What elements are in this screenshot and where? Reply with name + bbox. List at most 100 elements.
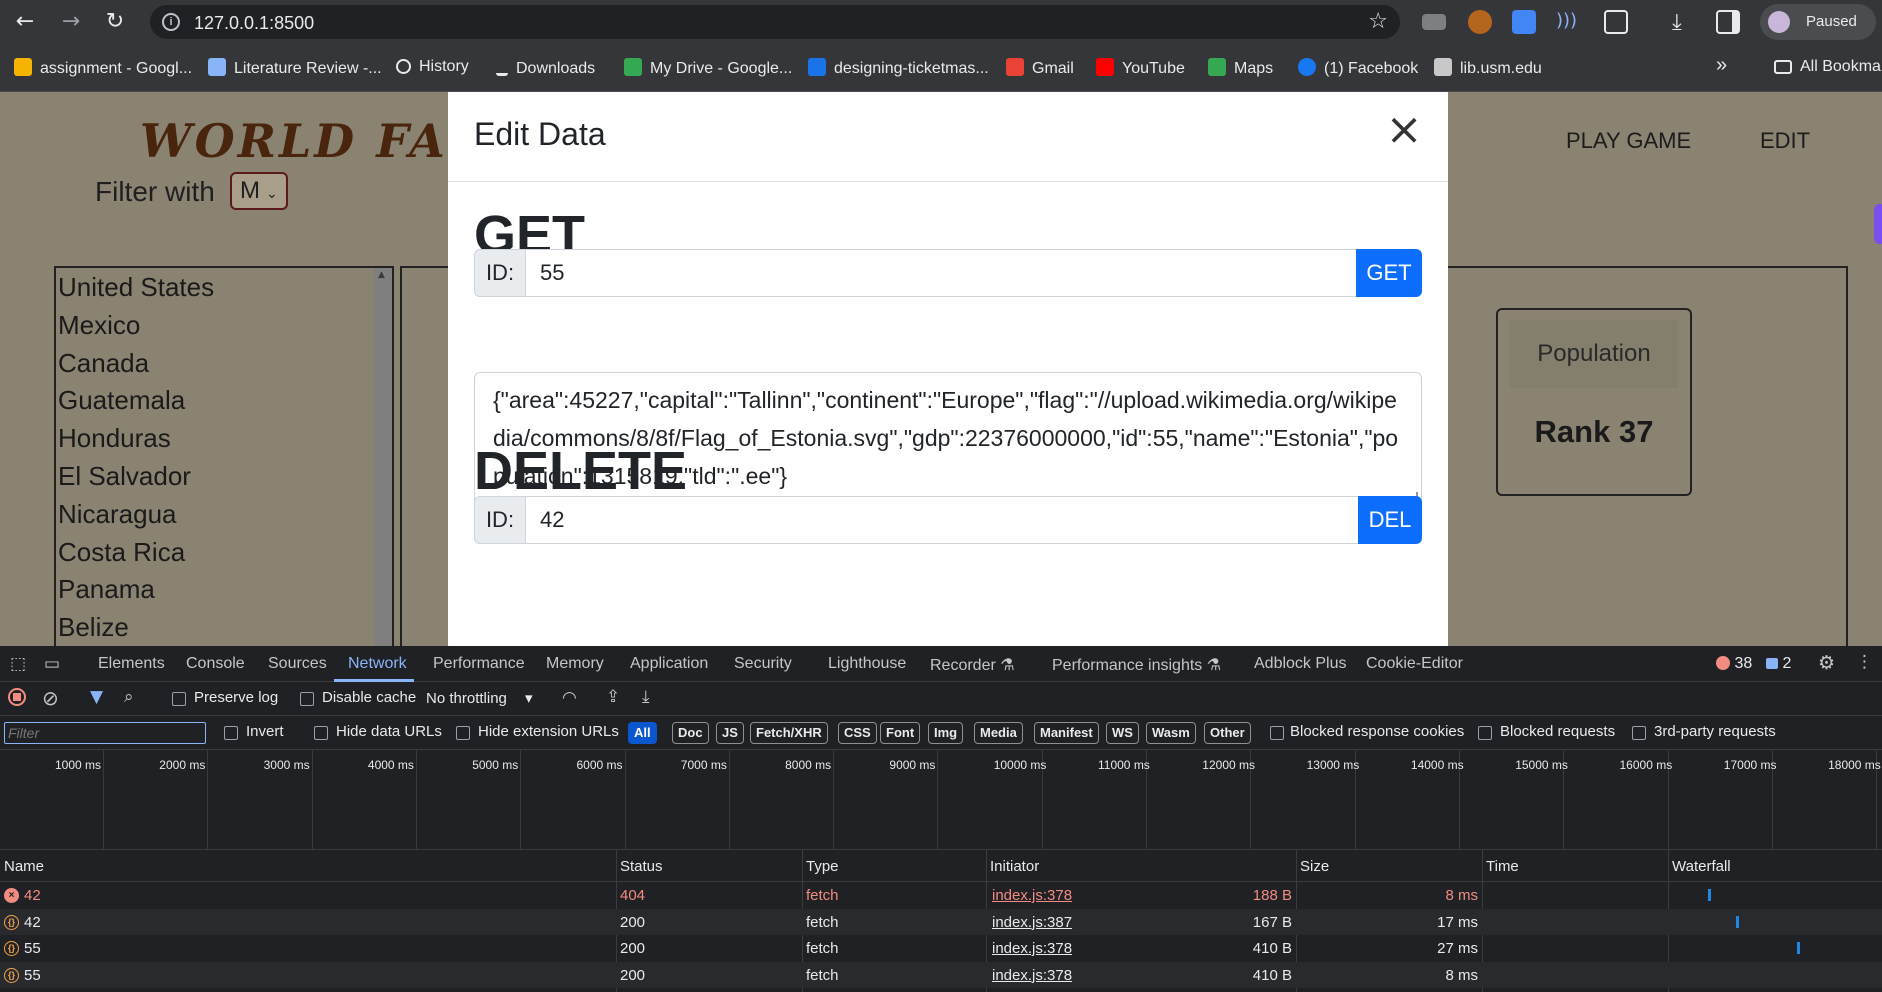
bookmark-item[interactable]: assignment - Googl... bbox=[14, 58, 192, 78]
delete-id-input[interactable]: 42 bbox=[525, 496, 1371, 544]
invert-checkbox[interactable] bbox=[224, 726, 238, 740]
network-conditions-icon[interactable]: ◠ bbox=[562, 688, 577, 708]
tab-application[interactable]: Application bbox=[630, 655, 708, 673]
tab-sources[interactable]: Sources bbox=[268, 655, 327, 673]
country-list-item[interactable]: Costa Rica bbox=[56, 533, 392, 571]
side-panel-icon[interactable] bbox=[1716, 10, 1740, 34]
type-filter-other[interactable]: Other bbox=[1204, 722, 1251, 744]
all-bookmarks[interactable]: All Bookma bbox=[1774, 58, 1881, 76]
type-filter-all[interactable]: All bbox=[628, 722, 657, 744]
site-info-icon[interactable]: i bbox=[162, 13, 180, 31]
edit-link[interactable]: EDIT bbox=[1760, 128, 1810, 154]
third-party-checkbox[interactable] bbox=[1632, 726, 1646, 740]
blocked-requests-checkbox[interactable] bbox=[1478, 726, 1492, 740]
type-filter-wasm[interactable]: Wasm bbox=[1146, 722, 1196, 744]
type-filter-js[interactable]: JS bbox=[716, 722, 744, 744]
preserve-log-checkbox[interactable] bbox=[172, 692, 186, 706]
inspect-element-icon[interactable]: ⬚ bbox=[10, 654, 26, 674]
country-list-item[interactable]: Nicaragua bbox=[56, 495, 392, 533]
network-overview-timeline[interactable]: 1000 ms 2000 ms 3000 ms 4000 ms 5000 ms 6000 … bbox=[0, 750, 1882, 850]
forward-arrow-icon[interactable]: → bbox=[58, 9, 84, 35]
request-initiator[interactable]: index.js:378 bbox=[992, 940, 1072, 957]
type-filter-font[interactable]: Font bbox=[880, 722, 921, 744]
get-button[interactable]: GET bbox=[1356, 249, 1422, 297]
extension-side-tab[interactable] bbox=[1874, 204, 1882, 244]
filter-funnel-icon[interactable]: ▼ bbox=[90, 687, 103, 707]
bookmark-item[interactable]: Maps bbox=[1208, 58, 1273, 78]
tab-memory[interactable]: Memory bbox=[546, 655, 604, 673]
tab-performance[interactable]: Performance bbox=[433, 655, 525, 673]
table-row[interactable]: × 42 404 fetch index.js:378 188 B 8 ms bbox=[0, 882, 1882, 909]
audio-extension-icon[interactable]: ))) bbox=[1556, 10, 1580, 34]
extension-icon[interactable] bbox=[1422, 14, 1446, 30]
bookmark-item[interactable]: History bbox=[396, 58, 469, 76]
bookmark-item[interactable]: Literature Review -... bbox=[208, 58, 382, 78]
import-har-icon[interactable]: ⇪ bbox=[606, 687, 620, 707]
type-filter-media[interactable]: Media bbox=[974, 722, 1023, 744]
column-header-waterfall[interactable]: Waterfall bbox=[1672, 858, 1731, 875]
country-list-item[interactable]: El Salvador bbox=[56, 457, 392, 495]
type-filter-manifest[interactable]: Manifest bbox=[1034, 722, 1099, 744]
country-list-item[interactable]: Guatemala bbox=[56, 381, 392, 419]
type-filter-img[interactable]: Img bbox=[928, 722, 964, 744]
table-row[interactable]: {} 55 200 fetch index.js:378 410 B 8 ms bbox=[0, 961, 1882, 988]
country-list-item[interactable]: United States bbox=[56, 268, 392, 306]
reload-icon[interactable]: ↻ bbox=[102, 9, 128, 35]
type-filter-ws[interactable]: WS bbox=[1106, 722, 1139, 744]
bookmark-item[interactable]: (1) Facebook bbox=[1298, 58, 1418, 78]
error-counter[interactable]: 38 bbox=[1716, 655, 1752, 673]
device-toolbar-icon[interactable]: ▭ bbox=[44, 654, 60, 674]
tab-lighthouse[interactable]: Lighthouse bbox=[828, 655, 906, 673]
bookmark-item[interactable]: My Drive - Google... bbox=[624, 58, 792, 78]
column-header-name[interactable]: Name bbox=[4, 858, 44, 875]
more-bookmarks-chevron-icon[interactable]: » bbox=[1716, 54, 1727, 77]
blocked-cookies-checkbox[interactable] bbox=[1270, 726, 1284, 740]
tab-security[interactable]: Security bbox=[734, 655, 792, 673]
profile-button[interactable]: Paused bbox=[1760, 4, 1876, 40]
country-list-item[interactable]: Canada bbox=[56, 344, 392, 382]
delete-button[interactable]: DEL bbox=[1358, 496, 1422, 544]
column-header-type[interactable]: Type bbox=[806, 858, 839, 875]
record-stop-icon[interactable] bbox=[8, 688, 26, 706]
country-list-item[interactable]: Honduras bbox=[56, 419, 392, 457]
hide-extension-urls-checkbox[interactable] bbox=[456, 726, 470, 740]
more-options-icon[interactable]: ⋮ bbox=[1856, 652, 1873, 672]
type-filter-fetchxhr[interactable]: Fetch/XHR bbox=[750, 722, 828, 744]
tab-adblock-plus[interactable]: Adblock Plus bbox=[1254, 655, 1347, 673]
country-list[interactable]: United States Mexico Canada Guatemala Hondur… bbox=[54, 266, 394, 646]
bookmark-item[interactable]: designing-ticketmas... bbox=[808, 58, 989, 78]
bookmark-item[interactable]: Downloads bbox=[496, 58, 595, 78]
message-counter[interactable]: 2 bbox=[1766, 655, 1791, 673]
column-header-status[interactable]: Status bbox=[620, 858, 663, 875]
close-icon[interactable]: × bbox=[1384, 108, 1424, 152]
extensions-puzzle-icon[interactable] bbox=[1604, 10, 1628, 34]
table-row[interactable]: {} 55 200 fetch index.js:378 410 B 27 ms bbox=[0, 935, 1882, 962]
tab-performance-insights[interactable]: Performance insights ⚗ bbox=[1052, 655, 1221, 675]
column-header-initiator[interactable]: Initiator bbox=[990, 858, 1039, 875]
throttling-select[interactable]: No throttling ▾ bbox=[426, 689, 533, 707]
network-filter-input[interactable]: Filter bbox=[4, 722, 206, 744]
back-arrow-icon[interactable]: ← bbox=[12, 9, 38, 35]
settings-gear-icon[interactable]: ⚙ bbox=[1818, 652, 1835, 674]
address-bar[interactable]: i 127.0.0.1:8500 ☆ bbox=[150, 5, 1400, 39]
country-list-item[interactable]: Panama bbox=[56, 570, 392, 608]
request-initiator[interactable]: index.js:378 bbox=[992, 967, 1072, 984]
get-id-input[interactable]: 55 bbox=[525, 249, 1371, 297]
bookmark-item[interactable]: YouTube bbox=[1096, 58, 1185, 78]
search-icon[interactable]: ⌕ bbox=[124, 687, 134, 707]
play-game-link[interactable]: PLAY GAME bbox=[1566, 128, 1691, 154]
filter-select[interactable]: M ⌄ bbox=[230, 172, 288, 210]
column-header-time[interactable]: Time bbox=[1486, 858, 1519, 875]
download-icon[interactable]: ⤓ bbox=[1672, 10, 1696, 35]
table-row[interactable]: {} 42 200 fetch index.js:387 167 B 17 ms bbox=[0, 908, 1882, 935]
bookmark-item[interactable]: Gmail bbox=[1006, 58, 1074, 78]
request-initiator[interactable]: index.js:378 bbox=[992, 887, 1072, 904]
tab-elements[interactable]: Elements bbox=[98, 655, 165, 673]
clear-icon[interactable]: ⊘ bbox=[42, 686, 59, 710]
tab-cookie-editor[interactable]: Cookie-Editor bbox=[1366, 655, 1463, 673]
bookmark-star-icon[interactable]: ☆ bbox=[1368, 9, 1388, 34]
export-har-icon[interactable]: ⤓ bbox=[642, 687, 650, 707]
tab-recorder[interactable]: Recorder ⚗ bbox=[930, 655, 1015, 675]
disable-cache-checkbox[interactable] bbox=[300, 692, 314, 706]
list-scrollbar[interactable] bbox=[374, 268, 392, 646]
